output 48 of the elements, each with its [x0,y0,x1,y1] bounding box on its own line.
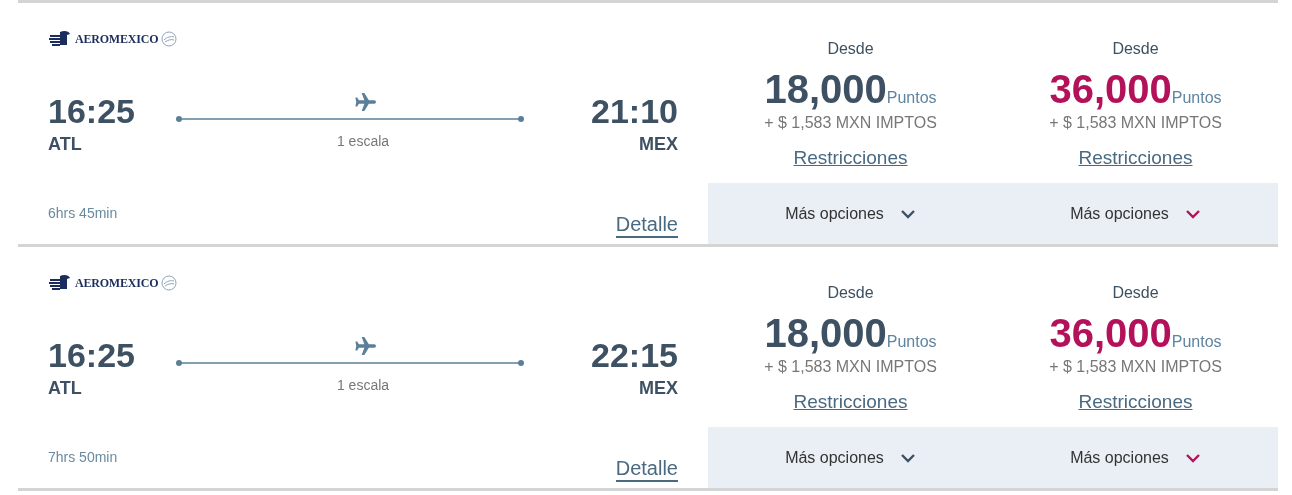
detail-link[interactable]: Detalle [615,456,678,482]
from-label: Desde [827,39,874,59]
points-unit: Puntos [886,88,937,108]
airport-code: ATL [48,133,83,156]
airline-name: AEROMEXICO [75,275,159,292]
restrictions-link[interactable]: Restricciones [793,389,908,415]
points-amount: 36,000 [1049,67,1172,111]
from-label: Desde [1112,283,1159,303]
airline-name: AEROMEXICO [75,31,159,48]
from-label: Desde [1112,39,1159,59]
arrival-time: 21:10 [591,91,678,131]
points-unit: Puntos [1171,88,1222,108]
more-options-button[interactable]: Más opciones [993,183,1278,244]
taxes-text: + $ 1,583 MXN IMPTOS [1049,357,1222,377]
taxes-text: + $ 1,583 MXN IMPTOS [1049,113,1222,133]
restrictions-link[interactable]: Restricciones [1078,145,1193,171]
taxes-text: + $ 1,583 MXN IMPTOS [764,113,937,133]
airport-code: MEX [638,377,678,400]
arrival-time: 22:15 [591,335,678,375]
points-unit: Puntos [886,332,937,352]
points-unit: Puntos [1171,332,1222,352]
flight-duration: 7hrs 50min [48,448,118,467]
points-amount: 36,000 [1049,311,1172,355]
more-options-button[interactable]: Más opciones [993,427,1278,488]
points-amount: 18,000 [764,311,887,355]
chevron-down-icon [899,208,916,219]
eagle-icon [48,29,72,49]
more-options-button[interactable]: Más opciones [708,183,993,244]
chevron-down-icon [899,452,916,463]
globe-icon [161,31,178,47]
restrictions-link[interactable]: Restricciones [793,145,908,171]
airport-code: MEX [638,133,678,156]
restrictions-link[interactable]: Restricciones [1078,389,1193,415]
stops-label: 1 escala [336,132,390,151]
detail-link[interactable]: Detalle [615,212,678,238]
chevron-down-icon [1184,452,1201,463]
airport-code: ATL [48,377,83,400]
departure-time: 16:25 [48,335,135,375]
flight-duration: 6hrs 45min [48,204,118,223]
chevron-down-icon [1184,208,1201,219]
taxes-text: + $ 1,583 MXN IMPTOS [764,357,937,377]
eagle-icon [48,273,72,293]
points-amount: 18,000 [764,67,887,111]
stops-label: 1 escala [336,376,390,395]
globe-icon [161,275,178,291]
from-label: Desde [827,283,874,303]
more-options-button[interactable]: Más opciones [708,427,993,488]
departure-time: 16:25 [48,91,135,131]
